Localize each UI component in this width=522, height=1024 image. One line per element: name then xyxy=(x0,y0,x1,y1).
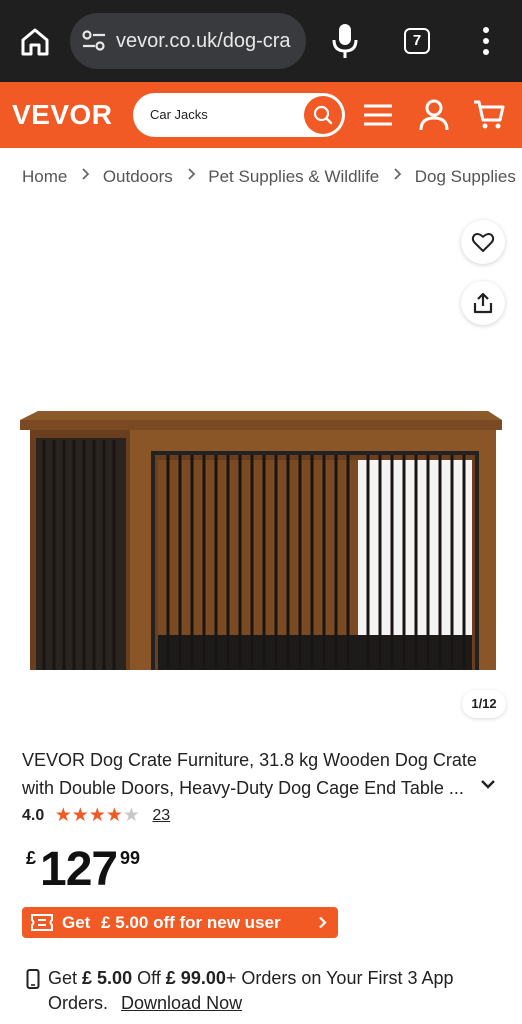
breadcrumb-dog-supplies[interactable]: Dog Supplies xyxy=(415,167,516,187)
rating-row: 4.0 ★★★★★ 23 xyxy=(22,806,170,828)
chevron-right-icon xyxy=(82,168,90,180)
microphone-icon[interactable] xyxy=(330,22,360,60)
hamburger-menu-icon[interactable] xyxy=(361,98,395,132)
search-query-text: Car Jacks xyxy=(150,107,208,122)
site-header: VEVOR Car Jacks xyxy=(0,82,522,148)
coupon-label: Get xyxy=(62,913,91,932)
breadcrumb-home[interactable]: Home xyxy=(22,167,67,187)
tab-switcher-button[interactable]: 7 xyxy=(404,28,430,54)
coupon-suffix: off for new user xyxy=(153,913,281,932)
search-input[interactable]: Car Jacks xyxy=(133,93,345,137)
download-now-link[interactable]: Download Now xyxy=(121,993,242,1013)
expand-title-icon[interactable] xyxy=(480,778,496,790)
new-user-coupon-button[interactable]: Get £ 5.00 off for new user xyxy=(22,907,338,938)
coupon-icon xyxy=(31,914,53,931)
app-offer-get: Get xyxy=(48,968,78,988)
star-empty-icon: ★ xyxy=(122,805,140,826)
star-filled-icon: ★ xyxy=(105,805,123,826)
app-offer-rest: + Orders on Your First 3 App xyxy=(225,968,454,988)
breadcrumb: Home Outdoors Pet Supplies & Wildlife Do… xyxy=(22,166,522,190)
product-image-dog-crate xyxy=(20,411,502,670)
chevron-right-icon xyxy=(394,168,402,180)
search-icon xyxy=(313,105,333,125)
app-offer-orders: Orders. xyxy=(48,993,109,1013)
star-filled-icon: ★ xyxy=(88,805,106,826)
price-currency: £ xyxy=(26,848,37,868)
chevron-right-icon xyxy=(319,916,327,929)
breadcrumb-pet-supplies[interactable]: Pet Supplies & Wildlife xyxy=(208,167,379,187)
rating-score: 4.0 xyxy=(22,807,45,824)
app-offer-amount: £ 5.00 xyxy=(82,968,133,988)
star-filled-icon: ★ xyxy=(71,805,89,826)
search-button[interactable] xyxy=(304,96,342,134)
phone-icon xyxy=(26,969,40,989)
price-integer: 127 xyxy=(40,843,118,896)
app-offer-line2: Orders. Download Now xyxy=(48,991,242,1016)
chevron-right-icon xyxy=(187,168,195,180)
home-icon[interactable] xyxy=(18,25,52,59)
coupon-amount: £ 5.00 xyxy=(101,913,149,932)
product-title: VEVOR Dog Crate Furniture, 31.8 kg Woode… xyxy=(22,750,477,798)
image-counter: 1/12 xyxy=(462,690,506,718)
app-offer-line1: Get £ 5.00 Off £ 99.00+ Orders on Your F… xyxy=(48,966,454,991)
price-decimal: 99 xyxy=(120,848,141,868)
breadcrumb-outdoors[interactable]: Outdoors xyxy=(103,167,173,187)
more-vert-icon[interactable] xyxy=(476,24,496,58)
heart-icon xyxy=(471,233,495,252)
star-filled-icon: ★ xyxy=(54,805,72,826)
address-bar[interactable]: vevor.co.uk/dog-cra xyxy=(70,13,306,69)
vevor-logo[interactable]: VEVOR xyxy=(12,99,113,131)
app-offer-off: Off xyxy=(137,968,161,988)
account-icon[interactable] xyxy=(417,98,451,132)
url-text: vevor.co.uk/dog-cra xyxy=(116,30,291,52)
wishlist-button[interactable] xyxy=(461,220,505,264)
review-count-link[interactable]: 23 xyxy=(152,807,170,824)
rating-stars: ★★★★★ xyxy=(55,806,140,826)
product-title-block: VEVOR Dog Crate Furniture, 31.8 kg Woode… xyxy=(22,746,482,802)
coupon-text: Get £ 5.00 off for new user xyxy=(62,913,281,933)
cart-icon[interactable] xyxy=(472,98,506,132)
browser-toolbar: vevor.co.uk/dog-cra 7 xyxy=(0,0,522,82)
site-settings-icon[interactable] xyxy=(81,29,107,53)
product-gallery[interactable] xyxy=(0,200,522,720)
app-offer-threshold: £ 99.00 xyxy=(165,968,226,988)
